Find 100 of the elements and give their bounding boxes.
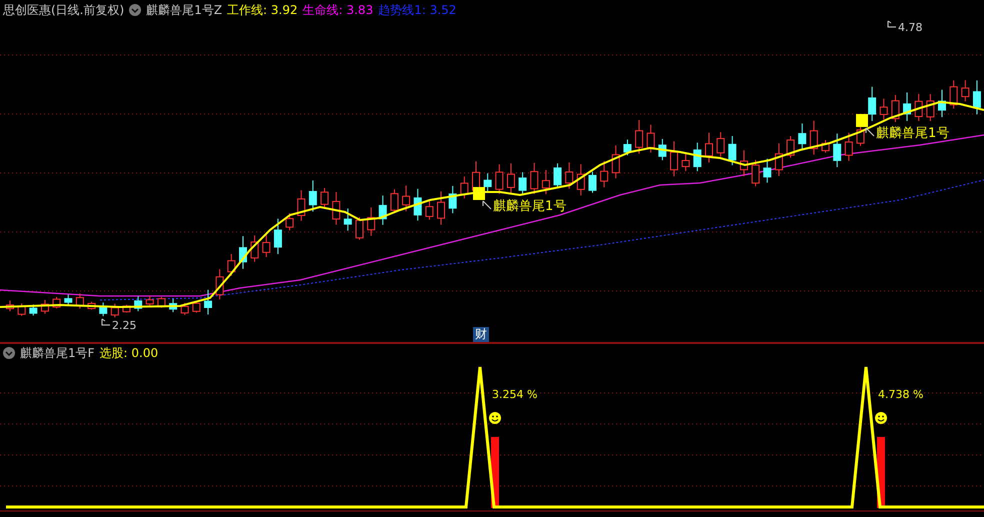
candlestick <box>542 170 550 195</box>
candlestick <box>110 303 119 318</box>
candlestick <box>938 89 946 118</box>
candlestick <box>972 80 981 115</box>
indicator-value: 生命线: 3.83 <box>302 2 374 18</box>
candlestick <box>239 236 247 270</box>
candlestick <box>180 302 189 316</box>
candlestick <box>122 304 130 313</box>
candlestick <box>576 164 585 196</box>
candlestick <box>76 292 84 310</box>
indicator-value: 工作线: 3.92 <box>227 2 298 18</box>
smiley-icon <box>489 412 501 424</box>
candlestick <box>18 302 26 316</box>
candlestick <box>274 218 282 255</box>
candlestick <box>332 191 340 226</box>
price-label: 2.25 <box>112 319 136 332</box>
candlestick <box>798 122 806 150</box>
smiley-icon <box>875 412 887 424</box>
candlestick <box>914 93 923 122</box>
candlestick <box>52 296 61 309</box>
candlestick <box>961 80 970 102</box>
candlestick <box>227 254 236 276</box>
candlestick <box>763 158 772 184</box>
signal-percent: 4.738 % <box>878 388 924 401</box>
candlestick <box>612 144 620 179</box>
candlestick <box>880 98 888 120</box>
candlestick <box>495 164 504 194</box>
candlestick <box>262 234 270 258</box>
arrow-icon <box>482 200 492 210</box>
price-label: 4.78 <box>898 21 922 34</box>
candlestick <box>844 132 853 162</box>
indicator-value: 趋势线1: 3.52 <box>378 2 456 18</box>
candlestick <box>367 206 376 236</box>
candlestick <box>390 188 398 214</box>
signal-label: 麒麟兽尾1号 <box>876 126 950 141</box>
candlestick <box>716 132 725 158</box>
candlestick <box>437 190 446 226</box>
candlestick <box>29 304 38 316</box>
arrow-icon <box>888 20 896 28</box>
stock-title: 思创医惠(日线.前复权) <box>3 2 124 18</box>
candlestick <box>157 296 166 308</box>
candlestick <box>786 136 795 158</box>
candlestick <box>506 162 515 194</box>
signal-percent: 3.254 % <box>492 388 538 401</box>
candlestick <box>903 92 912 122</box>
candlestick <box>146 296 154 307</box>
candlestick <box>926 94 934 122</box>
candlestick <box>356 216 364 240</box>
candlestick <box>623 139 632 156</box>
candlestick <box>565 162 574 190</box>
candlestick <box>88 301 96 310</box>
candlestick <box>728 135 736 166</box>
candlestick <box>308 180 317 212</box>
candlestick <box>250 234 259 262</box>
candlestick <box>484 172 492 192</box>
candlestick <box>670 140 678 177</box>
indicator-name: 麒麟兽尾1号Z <box>146 2 222 18</box>
candlestick <box>554 162 562 188</box>
candlestick <box>646 124 655 154</box>
candlestick <box>169 298 178 313</box>
candlestick <box>682 152 690 172</box>
indicator-name: 麒麟兽尾1号F <box>20 344 95 362</box>
candlestick <box>40 299 49 314</box>
signal-marker <box>473 187 485 200</box>
candlestick <box>448 185 457 214</box>
candlestick <box>588 171 596 194</box>
dropdown-icon[interactable] <box>3 347 15 359</box>
signal-marker <box>856 114 868 127</box>
candlestick <box>705 132 713 163</box>
candlestick <box>518 172 527 194</box>
dropdown-icon[interactable] <box>129 4 142 16</box>
candlestick <box>297 190 306 222</box>
candlestick <box>6 300 14 312</box>
candlestick <box>192 300 200 314</box>
signal-label: 麒麟兽尾1号 <box>493 199 566 214</box>
candlestick <box>950 80 958 110</box>
candlestick <box>833 133 842 168</box>
candlestick <box>774 142 783 177</box>
candlestick <box>822 140 830 154</box>
candlestick <box>286 212 294 231</box>
candlestick <box>134 296 142 312</box>
candlestick <box>752 159 760 187</box>
candlestick <box>530 162 538 194</box>
candlestick <box>693 142 702 172</box>
candlestick <box>64 294 72 306</box>
candlestick <box>635 120 644 154</box>
finance-badge[interactable]: 财 <box>473 327 489 342</box>
candlestick <box>402 185 410 212</box>
candlestick <box>378 195 387 226</box>
candlestick <box>344 208 352 232</box>
candlestick <box>600 160 608 188</box>
candlestick <box>99 302 108 317</box>
arrow-icon <box>102 318 110 326</box>
candlestick <box>810 120 818 156</box>
candlestick <box>740 150 748 177</box>
candlestick <box>891 94 900 123</box>
candlestick <box>414 188 422 222</box>
arrow-icon <box>866 128 874 136</box>
candlestick <box>425 200 434 220</box>
candlestick <box>216 268 224 300</box>
